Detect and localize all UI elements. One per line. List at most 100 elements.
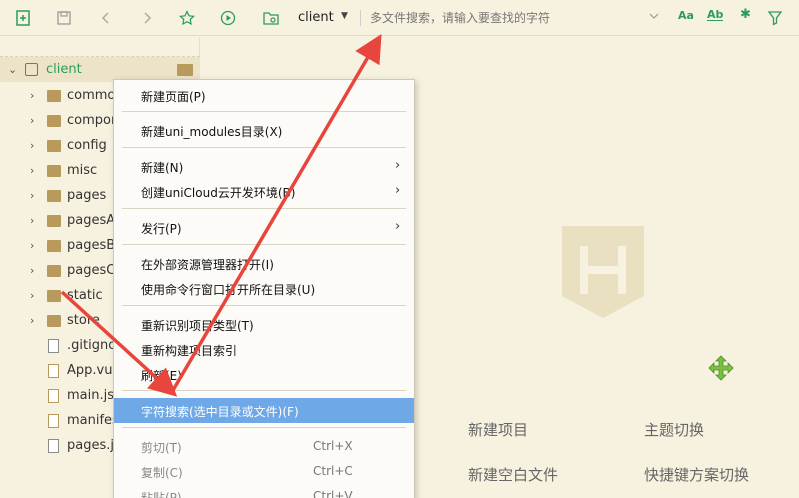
json-file-icon xyxy=(48,438,59,453)
match-case-option[interactable]: Aa xyxy=(678,9,694,22)
new-project-link[interactable]: 新建项目 xyxy=(468,419,528,440)
tree-label: commo xyxy=(67,88,116,103)
chevron-right-icon[interactable]: › xyxy=(30,164,34,177)
folder-icon xyxy=(47,264,61,277)
menu-item-create-unicloud[interactable]: 创建uniCloud云开发环境(B) › xyxy=(114,179,414,204)
folder-icon xyxy=(47,89,61,102)
run-icon[interactable] xyxy=(217,7,239,29)
menu-separator xyxy=(122,305,406,306)
menu-item-rebuild-index[interactable]: 重新构建项目索引 xyxy=(114,337,414,362)
menu-item-open-in-terminal[interactable]: 使用命令行窗口打开所在目录(U) xyxy=(114,276,414,301)
tree-label: main.js xyxy=(67,388,114,403)
new-file-icon[interactable] xyxy=(12,7,34,29)
search-input[interactable] xyxy=(360,5,670,31)
menu-item-char-search[interactable]: 字符搜索(选中目录或文件)(F) xyxy=(114,398,414,423)
chevron-right-icon[interactable]: › xyxy=(30,289,34,302)
chevron-right-icon: › xyxy=(395,158,401,173)
folder-icon xyxy=(47,239,61,252)
folder-icon xyxy=(47,114,61,127)
star-icon[interactable] xyxy=(176,7,198,29)
chevron-down-icon: ▼ xyxy=(341,11,348,21)
back-icon[interactable] xyxy=(95,7,117,29)
shortcut-scheme-link[interactable]: 快捷键方案切换 xyxy=(644,464,749,485)
chevron-right-icon[interactable]: › xyxy=(30,114,34,127)
tree-label: config xyxy=(67,138,107,153)
folder-icon xyxy=(47,289,61,302)
menu-label: 刷新(E) xyxy=(141,369,182,383)
tree-label: manifes xyxy=(67,413,119,428)
chevron-right-icon[interactable]: › xyxy=(30,89,34,102)
vue-file-icon xyxy=(48,363,59,378)
folder-icon xyxy=(47,214,61,227)
folder-icon xyxy=(177,63,193,76)
context-menu: 新建页面(P) 新建uni_modules目录(X) 新建(N) › 创建uniC… xyxy=(113,79,415,498)
file-icon xyxy=(48,338,59,353)
menu-separator xyxy=(122,427,406,428)
shortcut-label: Ctrl+C xyxy=(313,464,353,478)
menu-item-reidentify-type[interactable]: 重新识别项目类型(T) xyxy=(114,312,414,337)
tree-label: pagesB xyxy=(67,238,116,253)
theme-switch-link[interactable]: 主题切换 xyxy=(644,419,704,440)
menu-label: 粘贴(P) xyxy=(141,491,182,498)
menu-label: 复制(C) xyxy=(141,466,183,480)
chevron-right-icon[interactable]: › xyxy=(30,314,34,327)
menu-separator xyxy=(122,147,406,148)
chevron-right-icon[interactable]: › xyxy=(30,214,34,227)
regex-option-icon[interactable]: ✱ xyxy=(740,7,751,22)
menu-label: 新建uni_modules目录(X) xyxy=(141,125,283,139)
menu-label: 在外部资源管理器打开(I) xyxy=(141,258,274,272)
menu-label: 使用命令行窗口打开所在目录(U) xyxy=(141,283,316,297)
menu-label: 重新构建项目索引 xyxy=(141,344,238,358)
shortcut-label: Ctrl+X xyxy=(313,439,353,453)
save-icon[interactable] xyxy=(53,7,75,29)
menu-label: 创建uniCloud云开发环境(B) xyxy=(141,186,296,200)
new-blank-file-link[interactable]: 新建空白文件 xyxy=(468,464,558,485)
tree-label: compor xyxy=(67,113,117,128)
menu-label: 新建(N) xyxy=(141,161,184,175)
tree-label: pagesA xyxy=(67,213,116,228)
menu-separator xyxy=(122,111,406,112)
folder-icon xyxy=(47,164,61,177)
js-file-icon xyxy=(48,388,59,403)
match-word-option[interactable]: Ab xyxy=(707,9,724,21)
chevron-right-icon[interactable]: › xyxy=(30,189,34,202)
menu-label: 剪切(T) xyxy=(141,441,182,455)
search-box xyxy=(360,5,670,31)
menu-label: 重新识别项目类型(T) xyxy=(141,319,254,333)
chevron-right-icon[interactable]: › xyxy=(30,264,34,277)
menu-item-copy[interactable]: 复制(C) Ctrl+C xyxy=(114,459,414,484)
menu-item-publish[interactable]: 发行(P) › xyxy=(114,215,414,240)
menu-item-refresh[interactable]: 刷新(E) xyxy=(114,362,414,387)
menu-separator xyxy=(122,390,406,391)
forward-icon[interactable] xyxy=(136,7,158,29)
project-name: client xyxy=(298,10,334,25)
menu-label: 字符搜索(选中目录或文件)(F) xyxy=(141,405,299,419)
filter-icon[interactable] xyxy=(764,7,786,29)
hbuilder-logo xyxy=(562,226,644,318)
menu-item-open-in-explorer[interactable]: 在外部资源管理器打开(I) xyxy=(114,251,414,276)
tree-label: client xyxy=(46,62,82,77)
search-dropdown-icon[interactable] xyxy=(648,10,660,22)
menu-separator xyxy=(122,244,406,245)
menu-item-cut[interactable]: 剪切(T) Ctrl+X xyxy=(114,434,414,459)
divider xyxy=(360,10,361,26)
menu-item-new-page[interactable]: 新建页面(P) xyxy=(114,83,414,108)
tree-label: misc xyxy=(67,163,98,178)
chevron-right-icon: › xyxy=(395,219,401,234)
menu-item-new-uni-modules[interactable]: 新建uni_modules目录(X) xyxy=(114,118,414,143)
move-cursor-icon xyxy=(708,355,734,381)
chevron-right-icon[interactable]: › xyxy=(30,239,34,252)
chevron-right-icon[interactable]: › xyxy=(30,139,34,152)
menu-item-paste[interactable]: 粘贴(P) Ctrl+V xyxy=(114,484,414,498)
tree-label: store xyxy=(67,313,100,328)
folder-icon xyxy=(47,189,61,202)
toolbar: client ▼ Aa Ab ✱ xyxy=(0,0,799,36)
chevron-down-icon[interactable]: ⌄ xyxy=(8,63,17,76)
project-selector[interactable]: client ▼ xyxy=(258,6,358,30)
menu-label: 新建页面(P) xyxy=(141,90,206,104)
explorer-filter-bar[interactable] xyxy=(0,37,200,57)
tree-label: pagesC xyxy=(67,263,116,278)
menu-item-new[interactable]: 新建(N) › xyxy=(114,154,414,179)
uniapp-project-icon xyxy=(25,63,38,76)
menu-label: 发行(P) xyxy=(141,222,182,236)
